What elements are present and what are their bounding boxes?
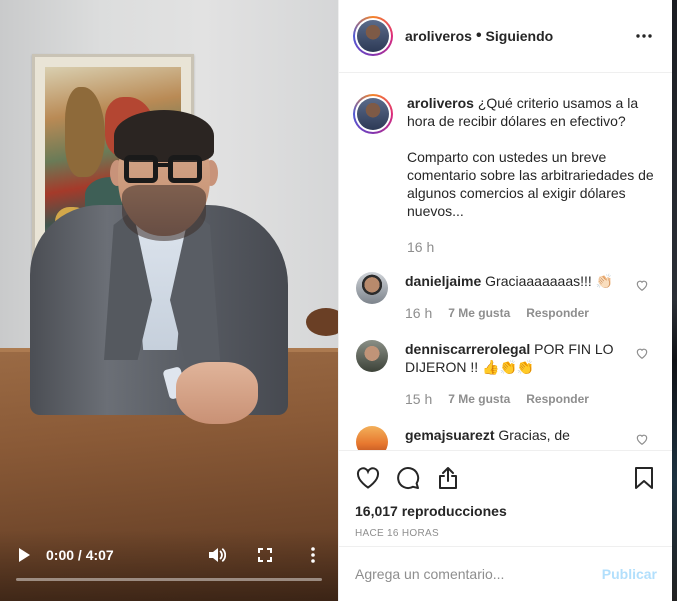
commenter-avatar[interactable] (356, 426, 388, 450)
comment-time: 15 h (405, 391, 433, 407)
video-controls: 0:00 / 4:07 (0, 530, 338, 601)
comment-likes[interactable]: 7 Me gusta (448, 390, 510, 408)
post-header: aroliveros • Siguiendo (339, 0, 672, 73)
video-progress-bar[interactable] (16, 578, 322, 581)
comment-time: 16 h (405, 305, 433, 321)
comment-item: denniscarrerolegal POR FIN LO DIJERON !!… (353, 340, 657, 408)
caption-username[interactable]: aroliveros (407, 95, 474, 111)
reply-button[interactable]: Responder (526, 390, 589, 408)
comment-item: danieljaime Graciaaaaaaas!!! 👏🏻 16 h 7 M… (353, 272, 657, 322)
video-time: 0:00 / 4:07 (46, 547, 114, 563)
comment-heart-icon[interactable] (635, 278, 649, 292)
comment-text: Gracias, de (498, 427, 570, 443)
comment-text: Graciaaaaaaas!!! 👏🏻 (485, 273, 614, 289)
caption-time: 16 h (407, 239, 435, 255)
like-heart-icon[interactable] (355, 465, 381, 491)
commenter-avatar[interactable] (356, 272, 388, 304)
commenter-avatar[interactable] (356, 340, 388, 372)
bookmark-icon[interactable] (631, 465, 657, 491)
caption-avatar[interactable] (353, 94, 393, 134)
header-separator: • (475, 27, 482, 44)
comment-username[interactable]: gemajsuarezt (405, 427, 494, 443)
comment-bubble-icon[interactable] (395, 465, 421, 491)
comment-heart-icon[interactable] (635, 432, 649, 446)
more-options-icon[interactable] (302, 544, 324, 566)
more-icon[interactable] (632, 24, 656, 48)
comment-likes[interactable]: 7 Me gusta (448, 304, 510, 322)
post-age: HACE 16 HORAS (355, 528, 439, 539)
comments-list[interactable]: aroliveros ¿Qué criterio usamos a la hor… (339, 74, 673, 450)
comment-username[interactable]: danieljaime (405, 273, 481, 289)
view-count[interactable]: 16,017 reproducciones (355, 503, 657, 519)
video-player[interactable]: 0:00 / 4:07 (0, 0, 338, 601)
comment-item: gemajsuarezt Gracias, de (353, 426, 657, 450)
caption-text-2: Comparto con ustedes un breve comentario… (407, 149, 654, 219)
publish-button[interactable]: Publicar (602, 566, 657, 582)
author-username[interactable]: aroliveros (405, 28, 472, 44)
add-comment-bar: Publicar (339, 546, 673, 601)
post-caption: aroliveros ¿Qué criterio usamos a la hor… (353, 94, 657, 256)
comment-username[interactable]: denniscarrerolegal (405, 341, 530, 357)
comment-heart-icon[interactable] (635, 346, 649, 360)
post-panel: aroliveros • Siguiendo aroliveros ¿Qué c… (338, 0, 673, 601)
author-avatar[interactable] (353, 16, 393, 56)
comment-input[interactable] (355, 566, 602, 582)
post-actions: 16,017 reproducciones HACE 16 HORAS (339, 450, 673, 539)
background-edge (672, 0, 677, 601)
play-icon[interactable] (14, 545, 34, 565)
share-icon[interactable] (435, 465, 461, 491)
volume-icon[interactable] (206, 544, 228, 566)
fullscreen-icon[interactable] (254, 544, 276, 566)
reply-button[interactable]: Responder (526, 304, 589, 322)
speaker (0, 0, 338, 601)
following-button[interactable]: Siguiendo (486, 28, 554, 44)
